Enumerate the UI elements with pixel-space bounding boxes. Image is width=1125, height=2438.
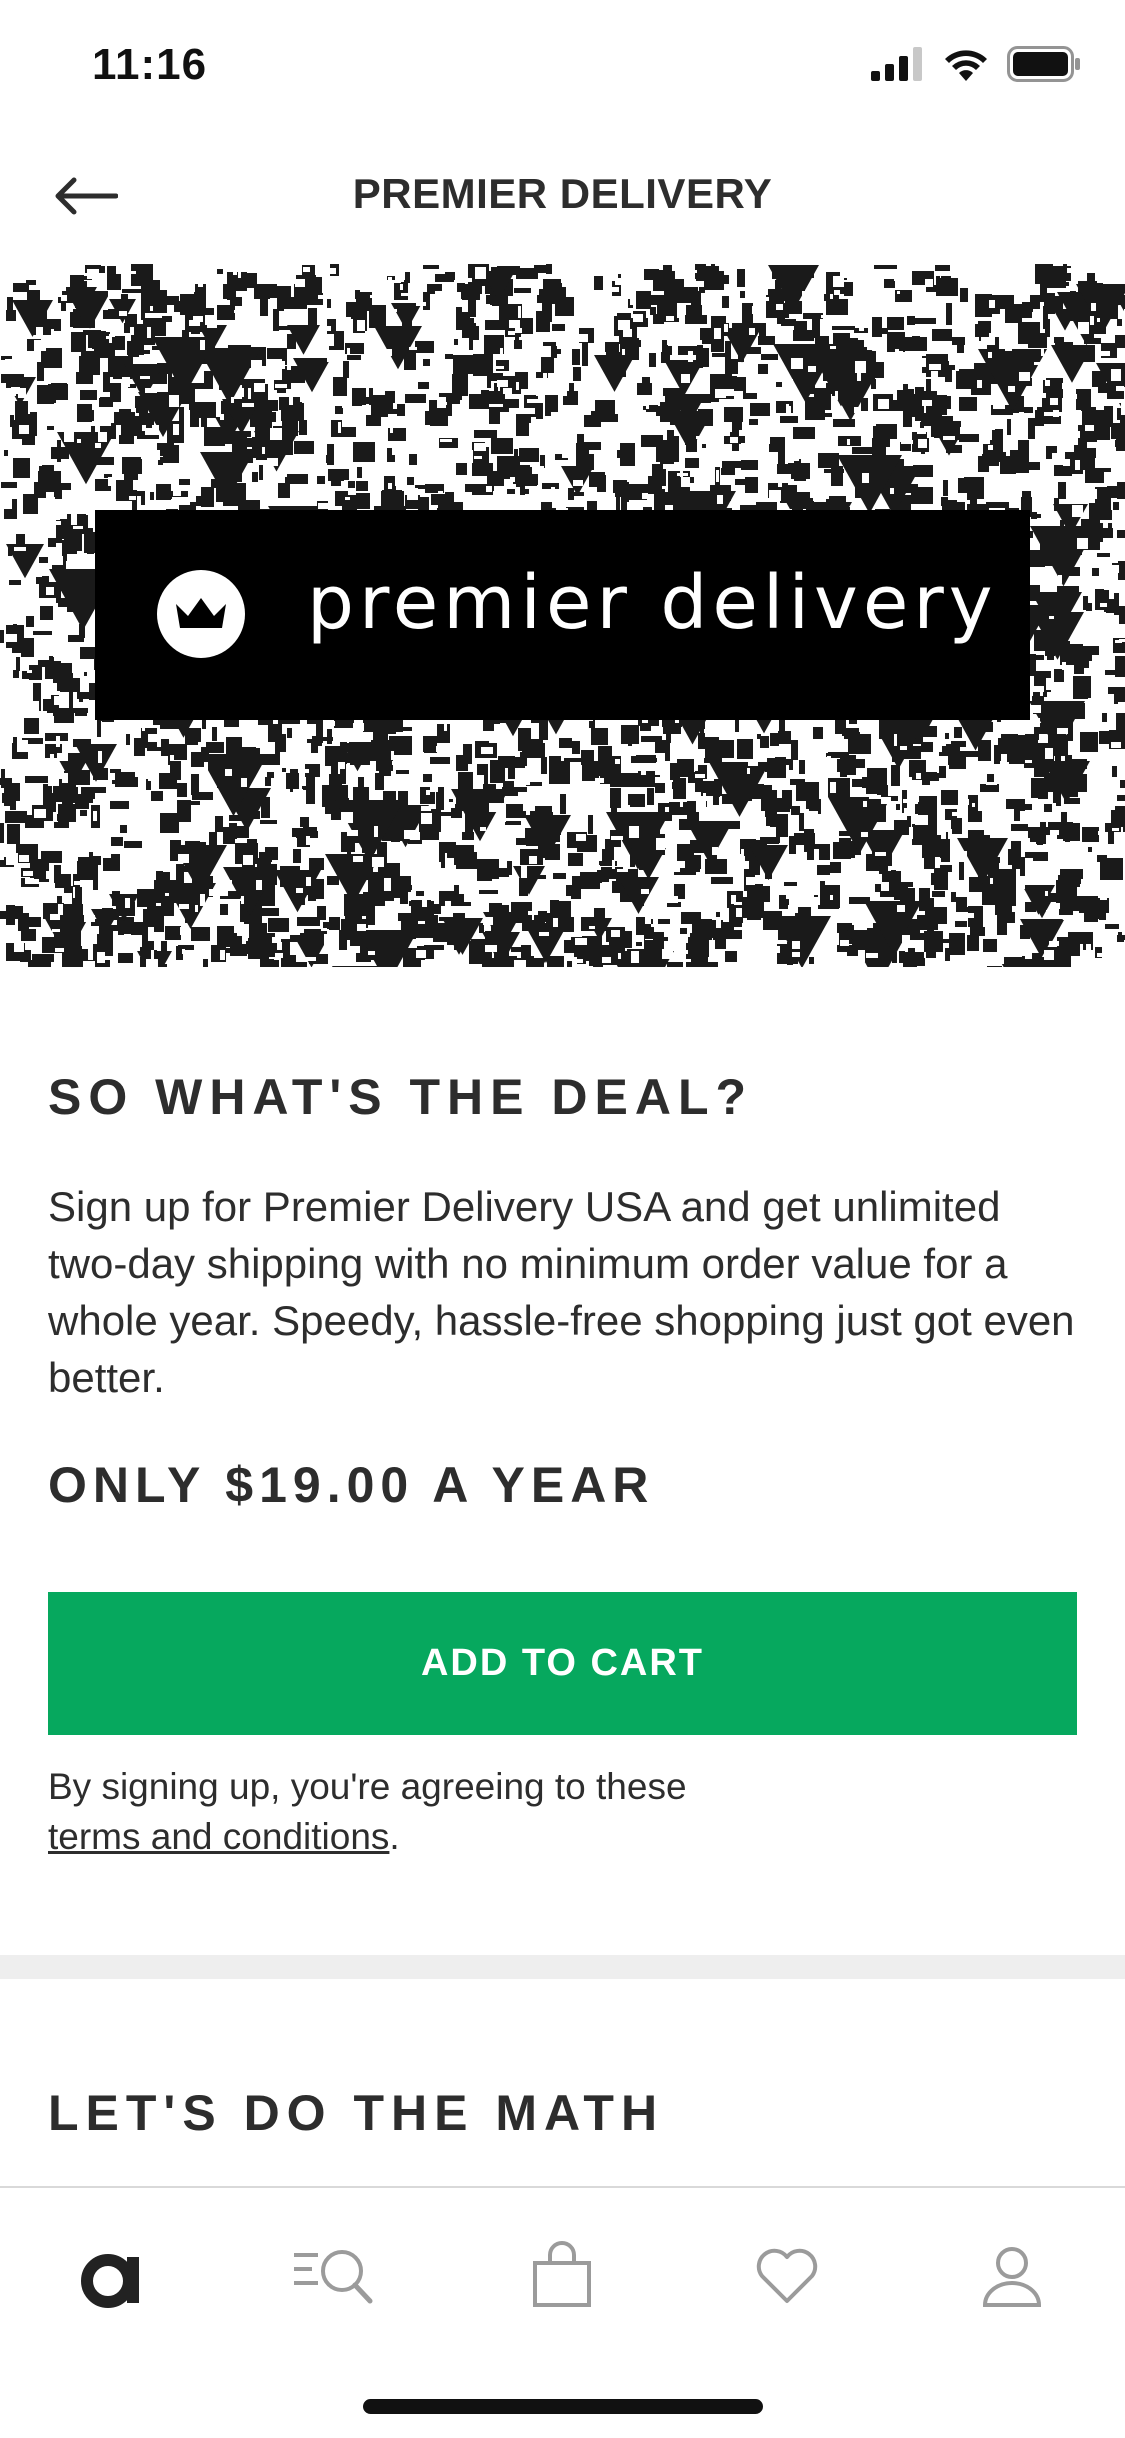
terms-text: By signing up, you're agreeing to these … bbox=[48, 1762, 948, 1862]
page-title: PREMIER DELIVERY bbox=[352, 170, 773, 217]
deal-heading: SO WHAT'S THE DEAL? bbox=[48, 1069, 754, 1125]
banner-logo-box: premier delivery bbox=[95, 510, 1030, 720]
home-a-icon bbox=[77, 2241, 147, 2316]
heart-icon bbox=[752, 2241, 822, 2316]
nav-account[interactable] bbox=[962, 2228, 1062, 2328]
signal-icon bbox=[871, 46, 925, 86]
terms-prefix: By signing up, you're agreeing to these bbox=[48, 1766, 687, 1807]
nav-saved[interactable] bbox=[737, 2228, 837, 2328]
profile-icon bbox=[977, 2241, 1047, 2316]
math-heading: LET'S DO THE MATH bbox=[48, 2085, 665, 2141]
nav-bag[interactable] bbox=[512, 2228, 612, 2328]
add-to-cart-button[interactable]: ADD TO CART bbox=[48, 1592, 1077, 1735]
battery-icon bbox=[1007, 45, 1081, 87]
premier-delivery-banner: premier delivery bbox=[0, 264, 1125, 967]
crown-icon bbox=[157, 570, 245, 658]
bag-icon bbox=[527, 2240, 597, 2316]
section-divider bbox=[0, 1955, 1125, 1979]
status-bar: 11:16 bbox=[0, 0, 1125, 132]
deal-description: Sign up for Premier Delivery USA and get… bbox=[48, 1183, 1075, 1401]
nav-search[interactable] bbox=[285, 2228, 385, 2328]
search-icon bbox=[290, 2241, 380, 2316]
status-icons bbox=[871, 45, 1081, 87]
terms-link[interactable]: terms and conditions bbox=[48, 1816, 389, 1857]
wifi-icon bbox=[943, 47, 989, 86]
nav-home[interactable] bbox=[62, 2228, 162, 2328]
status-time: 11:16 bbox=[92, 40, 208, 89]
terms-suffix: . bbox=[389, 1816, 400, 1857]
price-label: ONLY $19.00 A YEAR bbox=[48, 1457, 655, 1513]
app-header: PREMIER DELIVERY bbox=[0, 132, 1125, 264]
banner-text: premier delivery bbox=[307, 560, 998, 646]
home-indicator bbox=[363, 2399, 763, 2414]
